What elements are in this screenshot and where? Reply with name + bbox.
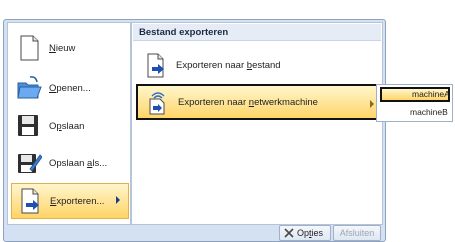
- close-button[interactable]: Afsluiten: [333, 225, 381, 241]
- options-button[interactable]: Opties: [279, 225, 331, 241]
- menu-item-open-label: Openen...: [49, 82, 91, 94]
- export-panel: Bestand exporteren Exporteren naar besta…: [131, 22, 383, 225]
- export-to-network-label: Exporteren naar netwerkmachine: [178, 96, 318, 108]
- options-label: Opties: [297, 228, 324, 238]
- machine-flyout: machineA machineB: [376, 84, 453, 122]
- save-as-icon: [16, 149, 43, 177]
- submenu-arrow-icon: [116, 196, 120, 204]
- menu-item-export[interactable]: Exporteren...: [11, 183, 129, 219]
- menu-item-export-label: Exporteren...: [50, 195, 105, 207]
- open-folder-icon: [16, 74, 42, 102]
- export-to-file-item[interactable]: Exporteren naar bestand: [136, 47, 380, 83]
- menu-item-save-label: Opslaan: [49, 120, 85, 132]
- menu-item-open[interactable]: Openen...: [11, 70, 129, 106]
- panel-header: Bestand exporteren: [133, 24, 381, 41]
- new-document-icon: [16, 34, 42, 62]
- flyout-item-machine-a[interactable]: machineA: [380, 87, 450, 102]
- application-window: Nieuw Openen... Opslaan Opslaan als... E…: [0, 0, 455, 242]
- flyout-item-machine-b[interactable]: machineB: [380, 105, 450, 120]
- file-menu-commands: Nieuw Openen... Opslaan Opslaan als... E…: [7, 22, 131, 225]
- menu-item-save-as[interactable]: Opslaan als...: [11, 145, 129, 181]
- export-document-icon: [17, 187, 43, 215]
- options-icon: [284, 228, 294, 238]
- export-to-network-item[interactable]: Exporteren naar netwerkmachine: [136, 84, 380, 120]
- export-to-file-label: Exporteren naar bestand: [176, 59, 281, 71]
- menu-item-save-as-label: Opslaan als...: [49, 157, 108, 169]
- menu-item-new[interactable]: Nieuw: [11, 30, 129, 66]
- save-disk-icon: [16, 112, 42, 140]
- submenu-arrow-icon: [370, 100, 374, 108]
- menu-item-save[interactable]: Opslaan: [11, 108, 129, 144]
- export-to-file-icon: [144, 52, 168, 78]
- network-export-icon: [146, 89, 170, 115]
- menu-item-new-label: Nieuw: [49, 42, 76, 54]
